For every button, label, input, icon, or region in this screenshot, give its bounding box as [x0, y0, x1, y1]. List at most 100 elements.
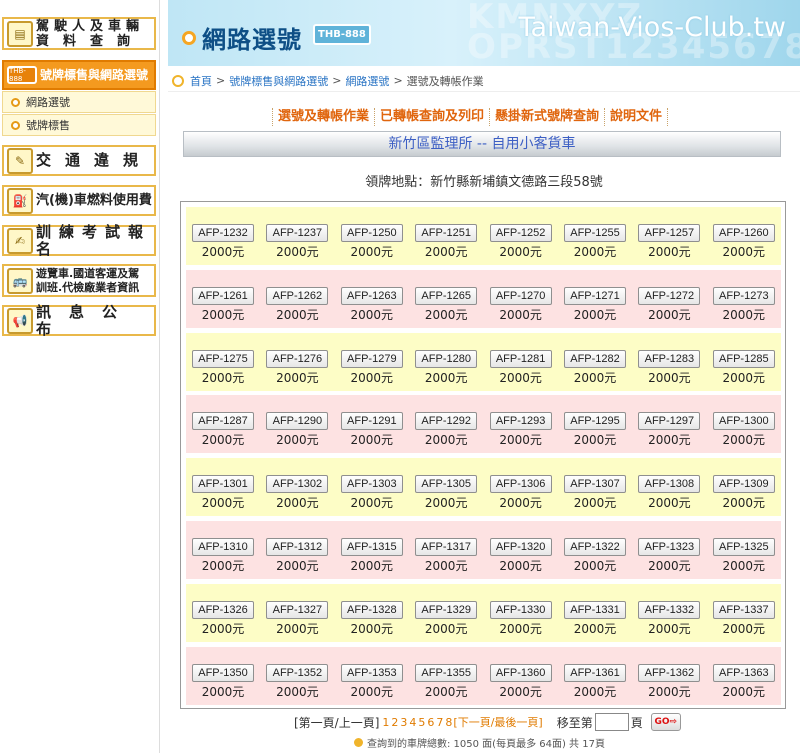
plate-select-button[interactable]: AFP-1332: [638, 600, 701, 619]
plate-select-button[interactable]: AFP-1270: [489, 286, 552, 305]
plate-select-button[interactable]: AFP-1322: [564, 538, 626, 556]
plate-select-button[interactable]: AFP-1279: [340, 349, 403, 368]
plate-select-button[interactable]: AFP-1323: [638, 538, 701, 556]
breadcrumb-plate-section[interactable]: 號牌標售與網路選號: [229, 73, 328, 89]
page-link[interactable]: 6: [427, 716, 434, 729]
plate-select-button[interactable]: AFP-1329: [415, 600, 478, 619]
plate-price: 2000元: [201, 433, 245, 448]
tab-documentation[interactable]: 說明文件: [604, 108, 669, 126]
sidebar-item-vehicle-info[interactable]: ▤ 駕駛人及車輛 資料查詢: [2, 17, 156, 50]
plate-price: 2000元: [350, 684, 394, 699]
plate-select-button[interactable]: AFP-1273: [712, 286, 775, 305]
plate-select-button[interactable]: AFP-1271: [564, 286, 626, 305]
plate-select-button[interactable]: AFP-1317: [415, 538, 478, 556]
plate-select-button[interactable]: AFP-1272: [638, 286, 701, 305]
tab-transfer-query[interactable]: 已轉帳查詢及列印: [374, 108, 489, 126]
plate-select-button[interactable]: AFP-1295: [564, 412, 626, 431]
plate-select-button[interactable]: AFP-1363: [712, 663, 775, 682]
page-link[interactable]: 4: [409, 716, 416, 729]
plate-select-button[interactable]: AFP-1355: [415, 663, 478, 682]
plate-select-button[interactable]: AFP-1306: [489, 475, 552, 494]
plate-select-button[interactable]: AFP-1312: [266, 538, 329, 556]
plate-select-button[interactable]: AFP-1302: [266, 475, 329, 494]
plate-select-button[interactable]: AFP-1285: [712, 349, 775, 368]
plate-select-button[interactable]: AFP-1276: [266, 349, 329, 368]
plate-select-button[interactable]: AFP-1320: [489, 538, 552, 556]
plate-select-button[interactable]: AFP-1326: [192, 600, 254, 619]
plate-select-button[interactable]: AFP-1251: [415, 224, 478, 242]
plate-select-button[interactable]: AFP-1310: [192, 538, 254, 556]
page-link[interactable]: 7: [436, 716, 443, 729]
plate-select-button[interactable]: AFP-1315: [340, 538, 403, 556]
plate-select-button[interactable]: AFP-1301: [192, 475, 254, 494]
plate-select-button[interactable]: AFP-1265: [415, 286, 478, 305]
tab-selection-transfer[interactable]: 選號及轉帳作業: [272, 108, 374, 126]
plate-select-button[interactable]: AFP-1308: [638, 475, 701, 494]
plate-select-button[interactable]: AFP-1307: [564, 475, 626, 494]
tab-new-plate-query[interactable]: 懸掛新式號牌查詢: [489, 108, 604, 126]
plate-select-button[interactable]: AFP-1337: [712, 600, 775, 619]
plate-select-button[interactable]: AFP-1262: [266, 286, 329, 305]
plate-select-button[interactable]: AFP-1362: [638, 663, 701, 682]
sidebar-item-exam-registration[interactable]: ✍ 訓練考試報名: [2, 223, 156, 257]
plate-select-button[interactable]: AFP-1237: [266, 224, 329, 242]
page-link[interactable]: 3: [400, 716, 407, 729]
plate-select-button[interactable]: AFP-1280: [415, 349, 478, 368]
plate-select-button[interactable]: AFP-1283: [638, 349, 701, 368]
plate-cell: AFP-1317 2000元: [409, 521, 483, 579]
plate-select-button[interactable]: AFP-1232: [192, 224, 254, 242]
plate-select-button[interactable]: AFP-1282: [564, 349, 626, 368]
breadcrumb-home[interactable]: 首頁: [190, 73, 212, 89]
page-link[interactable]: 8: [445, 716, 452, 729]
plate-select-button[interactable]: AFP-1352: [266, 663, 329, 682]
plate-select-button[interactable]: AFP-1309: [712, 475, 775, 494]
plate-select-button[interactable]: AFP-1275: [192, 349, 254, 368]
subitem-plate-auction[interactable]: 號牌標售: [2, 114, 156, 136]
plate-select-button[interactable]: AFP-1303: [340, 475, 403, 494]
go-button[interactable]: GO ⇨: [650, 713, 681, 731]
plate-select-button[interactable]: AFP-1281: [489, 349, 552, 368]
plate-select-button[interactable]: AFP-1250: [340, 224, 403, 242]
plate-select-button[interactable]: AFP-1353: [340, 663, 403, 682]
plate-select-button[interactable]: AFP-1331: [564, 600, 626, 619]
plate-select-button[interactable]: AFP-1293: [489, 412, 552, 431]
sidebar-item-fuel-fee[interactable]: ⛽ 汽(機)車燃料使用費: [2, 185, 156, 216]
plate-select-button[interactable]: AFP-1328: [340, 600, 403, 619]
sidebar-item-plate-auction[interactable]: THB-888 號牌標售與網路選號: [2, 60, 156, 90]
plate-select-button[interactable]: AFP-1261: [192, 286, 254, 305]
breadcrumb: 首頁 > 號牌標售與網路選號 > 網路選號 > 選號及轉帳作業: [168, 70, 800, 92]
page-link[interactable]: 2: [391, 716, 398, 729]
plate-select-button[interactable]: AFP-1300: [712, 412, 775, 431]
plate-select-button[interactable]: AFP-1350: [192, 663, 254, 682]
sidebar-item-bus-info[interactable]: 🚌 遊覽車.國道客運及駕 訓班.代檢廠業者資訊: [2, 264, 156, 297]
plate-select-button[interactable]: AFP-1361: [564, 663, 626, 682]
goto-page-input[interactable]: [594, 713, 629, 731]
sidebar-item-announcement[interactable]: 📢 訊息公布: [2, 303, 156, 337]
plate-row: AFP-1310 2000元 AFP-1312 2000元 AFP-1315 2000元 A…: [186, 521, 781, 579]
plate-select-button[interactable]: AFP-1260: [712, 224, 775, 242]
page-link[interactable]: 5: [418, 716, 425, 729]
plate-select-button[interactable]: AFP-1305: [415, 475, 478, 494]
subitem-online-selection[interactable]: 網路選號: [2, 91, 156, 113]
plate-select-button[interactable]: AFP-1292: [415, 412, 478, 431]
plate-select-button[interactable]: AFP-1297: [638, 412, 701, 431]
plate-select-button[interactable]: AFP-1360: [489, 663, 552, 682]
plate-select-button[interactable]: AFP-1252: [489, 224, 552, 242]
breadcrumb-online-selection[interactable]: 網路選號: [345, 73, 389, 89]
next-last-link[interactable]: [下一頁/最後一頁]: [453, 714, 542, 730]
plate-cell: AFP-1237 2000元: [260, 207, 334, 265]
plate-select-button[interactable]: AFP-1330: [489, 600, 552, 619]
plate-select-button[interactable]: AFP-1255: [564, 224, 626, 242]
plate-select-button[interactable]: AFP-1290: [266, 412, 329, 431]
page-link[interactable]: 1: [382, 716, 389, 729]
plate-select-button[interactable]: AFP-1325: [712, 538, 775, 556]
plate-select-button[interactable]: AFP-1291: [340, 412, 403, 431]
first-prev-link[interactable]: [第一頁/上一頁]: [294, 714, 379, 731]
sidebar-item-traffic-violation[interactable]: ✎ 交通違規: [2, 145, 156, 176]
plate-select-button[interactable]: AFP-1263: [340, 286, 403, 305]
plate-select-button[interactable]: AFP-1287: [192, 412, 254, 431]
plate-cell: AFP-1291 2000元: [335, 395, 409, 453]
plate-select-button[interactable]: AFP-1257: [638, 224, 701, 242]
plate-price: 2000元: [350, 621, 394, 636]
plate-select-button[interactable]: AFP-1327: [266, 600, 329, 619]
